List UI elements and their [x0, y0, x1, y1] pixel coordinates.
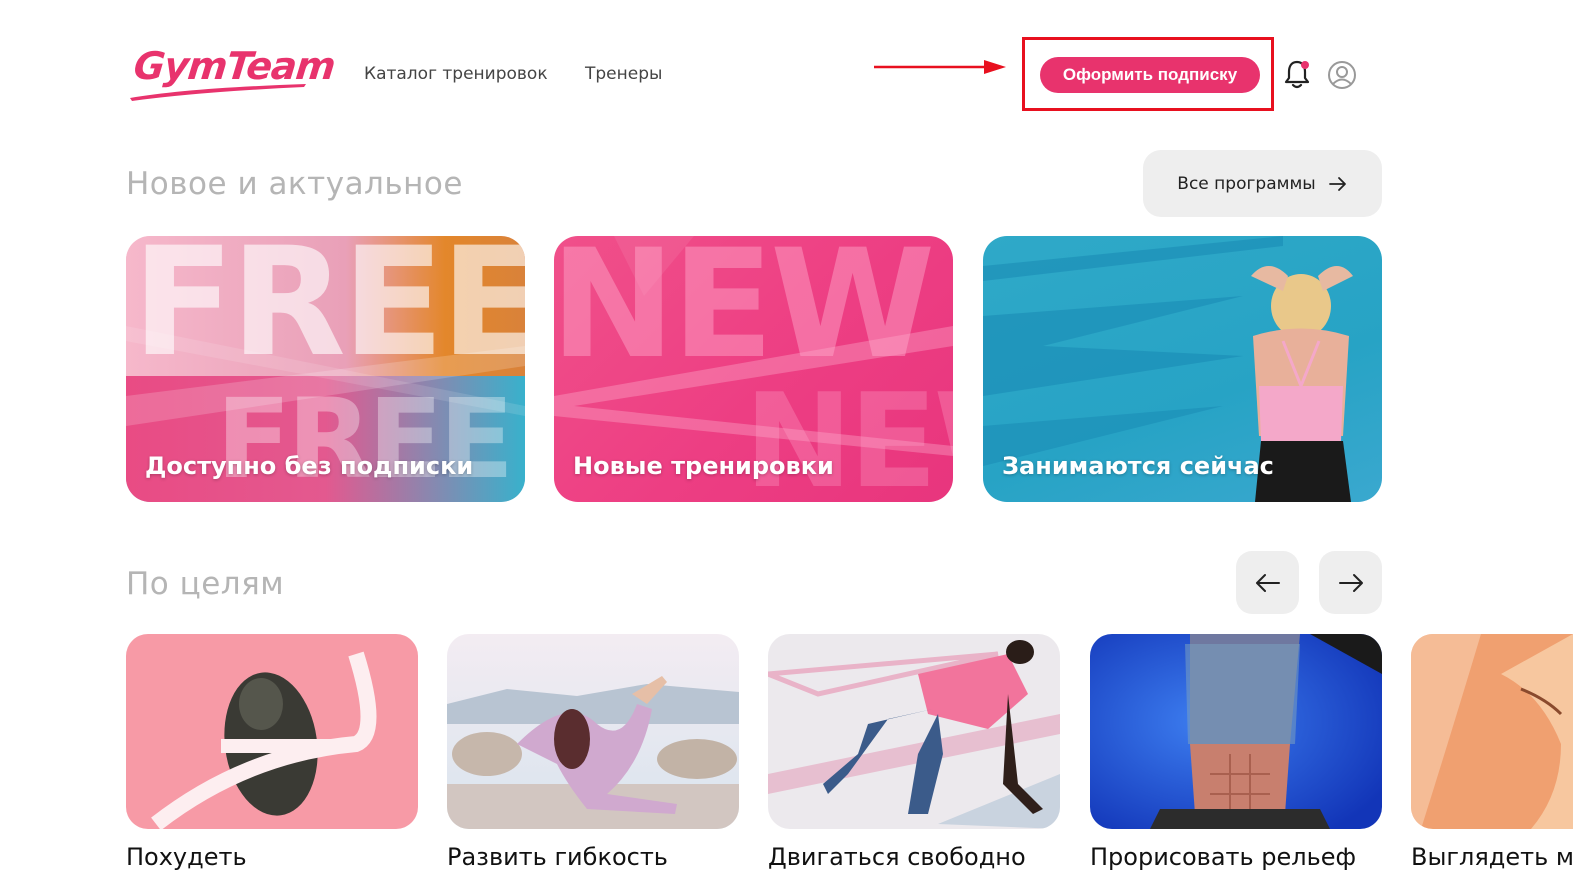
bell-icon[interactable]: [1282, 58, 1312, 90]
all-programs-button[interactable]: Все программы: [1143, 150, 1382, 217]
logo-swoosh-icon: [130, 84, 306, 101]
card-free-label: Доступно без подписки: [145, 452, 474, 480]
section-title-new: Новое и актуальное: [126, 166, 463, 202]
goal-label-lose-weight: Похудеть: [126, 843, 247, 871]
goal-look-younger-image: [1411, 634, 1573, 829]
user-icon[interactable]: [1327, 60, 1357, 90]
nav-catalog-link[interactable]: Каталог тренировок: [364, 64, 548, 84]
goal-label-muscle-definition: Прорисовать рельеф: [1090, 843, 1357, 871]
card-new-label: Новые тренировки: [573, 452, 834, 480]
goal-card-move-freely[interactable]: [768, 634, 1060, 829]
goal-muscle-definition-image: [1090, 634, 1382, 829]
arrow-right-icon: [1338, 573, 1363, 592]
goal-label-flexibility: Развить гибкость: [447, 843, 668, 871]
card-training-now[interactable]: Занимаются сейчас: [983, 236, 1382, 502]
subscribe-button[interactable]: Оформить подписку: [1040, 57, 1260, 93]
card-free-bigword: FREE: [132, 236, 525, 390]
goal-label-move-freely: Двигаться свободно: [768, 843, 1026, 871]
arrow-left-icon: [1255, 573, 1280, 592]
all-programs-label: Все программы: [1177, 173, 1316, 194]
card-free-access[interactable]: FREE FREE Доступно без подписки: [126, 236, 525, 502]
carousel-prev-button[interactable]: [1236, 551, 1299, 614]
goal-card-flexibility[interactable]: [447, 634, 739, 829]
nav-trainers-link[interactable]: Тренеры: [585, 64, 662, 84]
card-new-bigword-2: NEW: [744, 365, 953, 502]
arrow-right-icon: [1328, 176, 1346, 191]
card-now-label: Занимаются сейчас: [1002, 452, 1274, 480]
card-new-workouts[interactable]: NEW NEW Новые тренировки: [554, 236, 953, 502]
goal-card-lose-weight[interactable]: [126, 634, 418, 829]
goal-move-freely-image: [768, 634, 1060, 829]
gymteam-logo[interactable]: GymTeam: [128, 44, 337, 102]
section-title-goals: По целям: [126, 566, 285, 602]
goal-card-look-younger[interactable]: [1411, 634, 1573, 829]
goal-lose-weight-image: [126, 634, 418, 829]
annotation-arrow-icon: [874, 60, 1006, 74]
carousel-next-button[interactable]: [1319, 551, 1382, 614]
goal-card-muscle-definition[interactable]: [1090, 634, 1382, 829]
card-new-bigword: NEW: [554, 236, 935, 392]
goal-label-look-younger: Выглядеть м: [1411, 843, 1573, 871]
goal-flexibility-image: [447, 634, 739, 829]
